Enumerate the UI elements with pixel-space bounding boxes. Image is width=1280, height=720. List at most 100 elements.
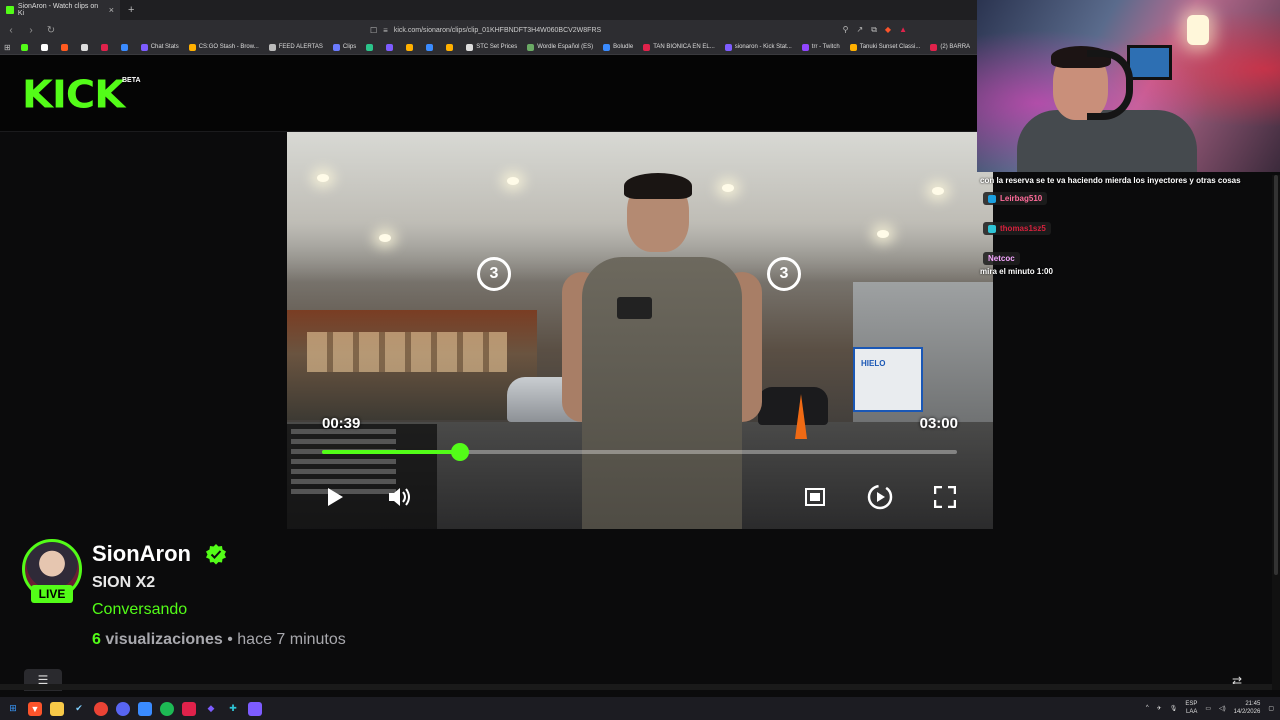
mini-player-button[interactable] [802, 484, 828, 510]
language-indicator[interactable]: ESP LAA [1185, 700, 1197, 716]
bookmark-item[interactable] [80, 43, 91, 51]
chrome-icon[interactable] [94, 701, 108, 716]
rewards-icon[interactable]: ▲ [899, 25, 907, 35]
reload-icon[interactable]: ↻ [46, 25, 56, 36]
bookmark-favicon-icon [466, 43, 474, 51]
bookmark-twitch[interactable]: trr - Twitch [801, 43, 840, 51]
tab-close-icon[interactable]: × [109, 5, 114, 15]
rewind-3-icon[interactable]: 3 [477, 257, 511, 291]
bookmark-item[interactable] [60, 43, 71, 51]
brave-icon[interactable]: ▼ [28, 701, 42, 716]
play-icon [328, 488, 343, 506]
volume-tray-icon[interactable]: ◁) [1219, 705, 1226, 712]
webcam-monitor [1127, 45, 1172, 80]
bookmark-item[interactable] [386, 43, 396, 51]
windows-start-icon[interactable]: ⊞ [6, 702, 20, 716]
bookmark-favicon-icon [643, 43, 651, 51]
bookmark-favicon-icon [366, 43, 374, 51]
spotify-icon[interactable] [160, 701, 174, 716]
bookmark-clips[interactable]: Clips [332, 43, 356, 51]
forward-3-icon[interactable]: 3 [767, 257, 801, 291]
bookmark-favicon-icon [603, 43, 611, 51]
address-field[interactable]: ☐ ≡ kick.com/sionaron/clips/clip_01KHFBN… [370, 26, 601, 35]
calendar-icon[interactable] [182, 701, 196, 716]
apps-grid-icon[interactable]: ⊞ [4, 43, 11, 52]
zoom-icon[interactable]: ⚲ [843, 25, 849, 35]
video-frame-light [317, 174, 329, 182]
bookmark-item[interactable] [426, 43, 436, 51]
new-tab-icon[interactable]: + [128, 4, 134, 16]
bookmark-favicon-icon [40, 43, 48, 51]
bookmark-star-icon[interactable]: ☐ [370, 26, 377, 35]
category-link[interactable]: Conversando [92, 601, 187, 619]
brave-shield-icon[interactable]: ◆ [885, 25, 891, 35]
webcam-overlay [977, 0, 1280, 172]
clip-meta: 6 visualizaciones • hace 7 minutos [92, 631, 346, 649]
chevron-up-icon[interactable]: ^ [1146, 705, 1149, 711]
bookmark-item[interactable] [120, 43, 131, 51]
progress-thumb[interactable] [450, 443, 469, 461]
video-frame-light [379, 234, 391, 242]
bookmark-chat-stats[interactable]: Chat Stats [140, 43, 179, 51]
chat-message: con la reserva se te va haciendo mierda … [980, 176, 1241, 185]
folder-icon[interactable] [50, 701, 64, 716]
clock[interactable]: 21:45 14/2/2026 [1234, 700, 1261, 716]
kick-logo[interactable]: KICK [22, 76, 125, 114]
notification-icon[interactable]: ▢ [1268, 705, 1274, 712]
channel-info: LIVE SionAron SION X2 Conversando 6 visu… [0, 529, 1272, 691]
bookmark-tanuki[interactable]: Tanuki Sunset Classi... [849, 43, 920, 51]
back-arrow-icon[interactable]: ‹ [6, 25, 16, 36]
clip-icon [867, 484, 893, 510]
bookmark-feed-alertas[interactable]: FEED ALERTAS [268, 43, 323, 51]
video-frame-shelves [307, 332, 507, 372]
live-badge: LIVE [31, 585, 73, 603]
video-frame-car [758, 387, 828, 425]
bookmark-wordle[interactable]: Wordle Español (ES) [527, 43, 593, 51]
bookmark-favicon-icon [188, 43, 196, 51]
url-text: kick.com/sionaron/clips/clip_01KHFBNDFT3… [393, 26, 602, 34]
bookmark-item[interactable] [40, 43, 51, 51]
channel-name[interactable]: SionAron [92, 541, 191, 567]
app-icon[interactable]: ◆ [204, 702, 218, 716]
bookmark-barra[interactable]: (2) BARRA [930, 43, 970, 51]
extension-icon[interactable]: ⧉ [871, 25, 877, 35]
bookmark-item[interactable] [446, 43, 456, 51]
monitor-icon[interactable]: ▭ [1205, 705, 1211, 712]
share-icon[interactable]: ↗ [857, 25, 864, 35]
bookmark-boludle[interactable]: Boludle [603, 43, 633, 51]
bookmark-item[interactable] [366, 43, 376, 51]
fullscreen-icon [934, 486, 956, 508]
time-ago: hace 7 minutos [237, 631, 346, 648]
network-icon[interactable]: ✈ [1157, 705, 1162, 712]
bookmark-stc-set-prices[interactable]: STC Set Prices [466, 43, 517, 51]
mic-icon[interactable]: 🎙 [1170, 705, 1178, 712]
clip-button[interactable] [867, 484, 893, 510]
window-icon[interactable] [138, 701, 152, 716]
chat-overlay: con la reserva se te va haciendo mierda … [977, 172, 1280, 282]
bookmark-csgo-stash[interactable]: CS:GO Stash - Brow... [188, 43, 259, 51]
bookmark-kick-stats[interactable]: sionaron - Kick Stat... [724, 43, 792, 51]
play-button[interactable] [322, 484, 348, 510]
forward-arrow-icon[interactable]: › [26, 25, 36, 36]
bookmark-item[interactable] [20, 43, 31, 51]
bookmark-tan-bionica[interactable]: TAN BIONICA EN EL... [643, 43, 715, 51]
app-icon[interactable] [248, 701, 262, 716]
site-info-icon[interactable]: ≡ [383, 26, 388, 35]
app-icon[interactable]: ✔ [72, 702, 86, 716]
horizontal-scrollbar[interactable] [0, 684, 1272, 690]
discord-icon[interactable] [116, 701, 130, 716]
video-player[interactable]: HIELO 3 3 00:39 03:00 [287, 132, 993, 529]
fullscreen-button[interactable] [932, 484, 958, 510]
browser-tab[interactable]: SionAron - Watch clips on Ki × [0, 0, 120, 20]
bookmark-favicon-icon [80, 43, 88, 51]
bookmark-favicon-icon [406, 43, 414, 51]
bookmark-item[interactable] [100, 43, 111, 51]
bookmark-favicon-icon [801, 43, 809, 51]
progress-bar[interactable] [322, 443, 957, 461]
bookmarks-bar: ⊞ Chat Stats CS:GO Stash - Brow... FEED … [0, 40, 977, 55]
app-icon[interactable]: ✚ [226, 702, 240, 716]
volume-button[interactable] [387, 484, 413, 510]
bookmark-item[interactable] [406, 43, 416, 51]
progress-fill [322, 450, 460, 454]
video-frame-light [877, 230, 889, 238]
